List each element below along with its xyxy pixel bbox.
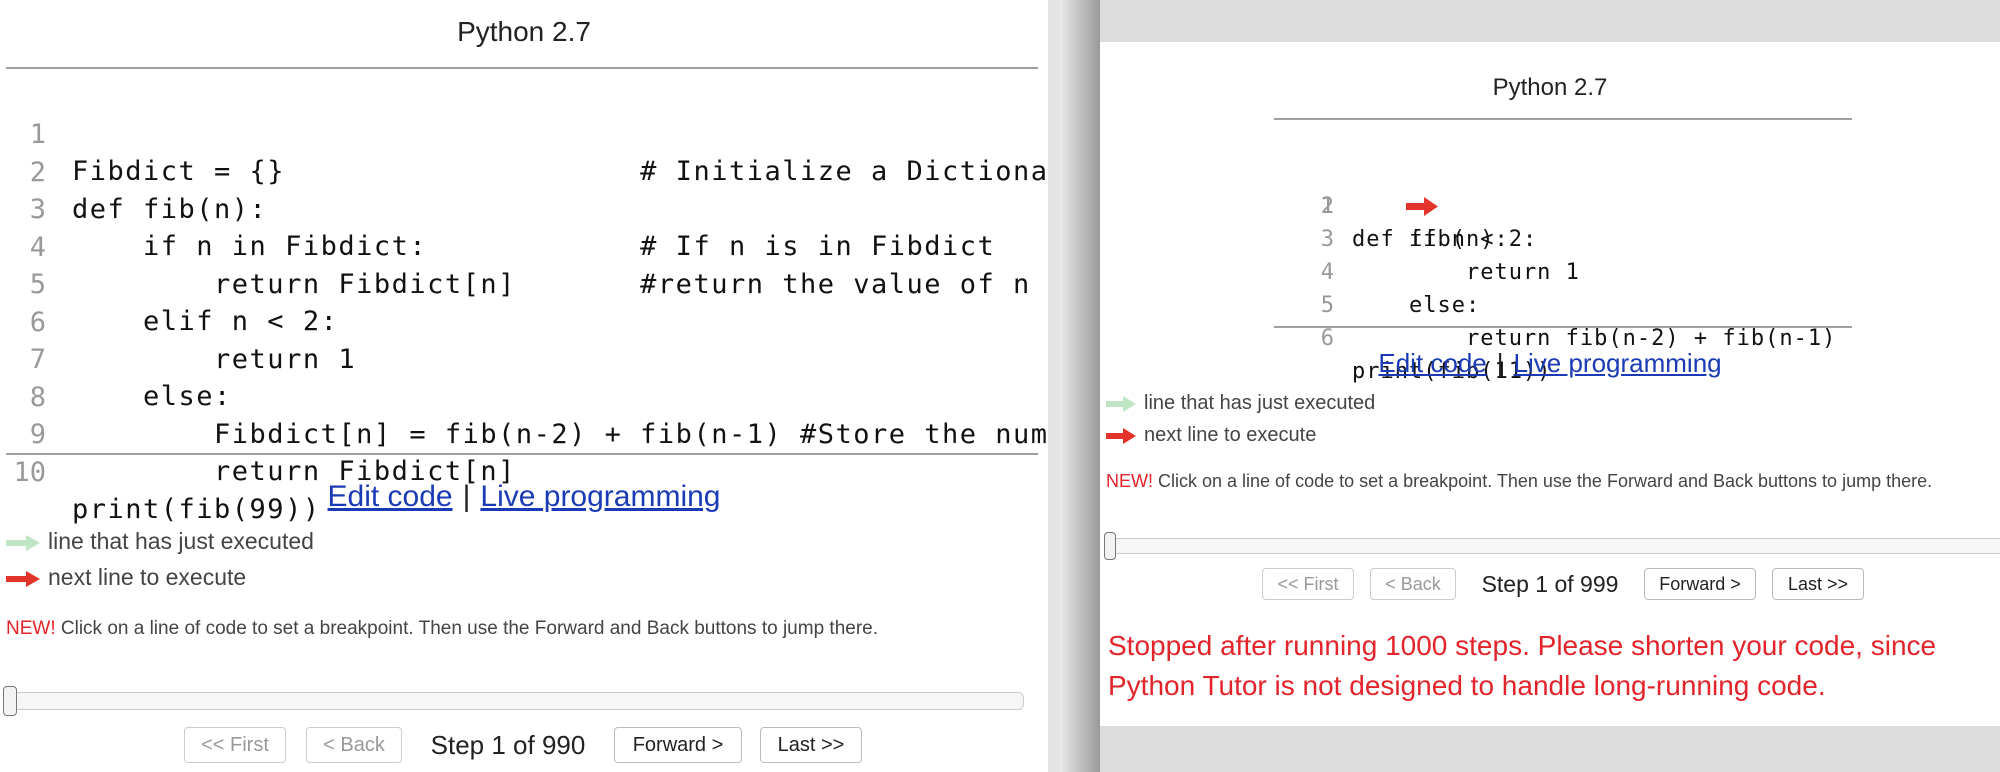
code-text: if n in Fibdict: # If n is in Fibdict <box>72 231 996 262</box>
code-text: Fibdict[n] = fib(n-2) + fib(n-1) #Store … <box>72 418 1102 450</box>
code-line[interactable]: 3 return 1 <box>1274 190 1579 285</box>
last-button[interactable]: Last >> <box>760 727 862 763</box>
legend-next: next line to execute <box>1106 424 1316 447</box>
next-arrow-icon <box>6 570 40 587</box>
code-line[interactable]: 1 Fibdict = {} # Initialize a Dictionary <box>6 79 1083 187</box>
code-line[interactable]: 2 def fib(n): <box>6 117 266 225</box>
new-badge: NEW! <box>6 618 56 639</box>
legend-next-label: next line to execute <box>1144 424 1317 446</box>
code-line[interactable]: 9 return Fibdict[n] <box>6 379 515 487</box>
legend-executed-label: line that has just executed <box>1144 392 1376 414</box>
code-text: elif n < 2: <box>72 306 339 337</box>
edit-links-row: Edit code | Live programming <box>0 480 1048 514</box>
executed-arrow-icon <box>6 534 40 551</box>
code-line[interactable]: 4 else: <box>1274 223 1479 318</box>
live-programming-link[interactable]: Live programming <box>480 480 720 513</box>
code-line[interactable]: 2 if n < 2: <box>1274 157 1536 252</box>
forward-button[interactable]: Forward > <box>614 727 742 763</box>
code-text: Fibdict = {} # Initialize a Dictionary <box>72 156 1085 187</box>
code-text: return 1 <box>72 343 357 375</box>
step-slider[interactable] <box>3 686 1024 716</box>
step-counter: Step 1 of 990 <box>430 730 586 760</box>
first-button[interactable]: << First <box>1262 568 1354 600</box>
code-text: return Fibdict[n] #return the value of n <box>72 268 1031 300</box>
back-button[interactable]: < Back <box>306 727 402 763</box>
breakpoint-note-text: Click on a line of code to set a breakpo… <box>55 618 879 639</box>
last-button[interactable]: Last >> <box>1772 568 1864 600</box>
code-listing: 1 def fib(n): 2 if n < 2: 3 return 1 4 e… <box>1274 118 1852 384</box>
code-text: return 1 <box>1352 260 1580 285</box>
slider-handle[interactable] <box>3 686 17 716</box>
slider-handle[interactable] <box>1104 532 1116 560</box>
step-counter: Step 1 of 999 <box>1481 571 1619 597</box>
legend-executed: line that has just executed <box>1106 392 1375 415</box>
live-programming-link[interactable]: Live programming <box>1514 348 1722 378</box>
navigation-controls: << First < Back Step 1 of 990 Forward > … <box>0 727 1048 763</box>
visualizer-page: Python 2.7 1 def fib(n): 2 if n < 2: 3 r… <box>1100 42 2000 726</box>
code-line[interactable]: 8 Fibdict[n] = fib(n-2) + fib(n-1) #Stor… <box>6 342 1101 450</box>
breakpoint-note-text: Click on a line of code to set a breakpo… <box>1153 471 1933 491</box>
code-line[interactable]: 4 return Fibdict[n] #return the value of… <box>6 192 1030 300</box>
next-line-arrow-icon <box>1406 197 1439 216</box>
code-listing: 1 Fibdict = {} # Initialize a Dictionary… <box>6 67 1101 525</box>
code-line[interactable]: 10 print(fib(99)) <box>6 417 319 525</box>
right-visualizer-window: Python 2.7 1 def fib(n): 2 if n < 2: 3 r… <box>1100 0 2000 772</box>
code-line[interactable]: 3 if n in Fibdict: # If n is in Fibdict <box>6 154 994 262</box>
link-separator: | <box>1496 348 1504 378</box>
edit-links-row: Edit code | Live programming <box>1100 348 2000 379</box>
executed-arrow-icon <box>1106 395 1136 412</box>
edit-code-link[interactable]: Edit code <box>328 480 453 513</box>
code-line[interactable]: 6 return 1 <box>6 267 355 375</box>
legend-executed-label: line that has just executed <box>48 528 314 554</box>
code-line[interactable]: 5 elif n < 2: <box>6 229 337 337</box>
step-limit-error: Stopped after running 1000 steps. Please… <box>1108 630 1937 701</box>
legend-next: next line to execute <box>6 564 246 591</box>
first-button[interactable]: << First <box>184 727 286 763</box>
language-label: Python 2.7 <box>457 16 591 47</box>
left-visualizer-panel: Python 2.7 1 Fibdict = {} # Initialize a… <box>0 0 1101 772</box>
code-line[interactable]: 6 print(fib(11)) <box>1274 289 1551 384</box>
link-separator: | <box>462 480 471 513</box>
edit-code-link[interactable]: Edit code <box>1378 348 1486 378</box>
breakpoint-note: NEW! Click on a line of code to set a br… <box>1106 470 1986 492</box>
code-line[interactable]: 5 return fib(n-2) + fib(n-1) <box>1274 256 1836 351</box>
step-slider[interactable] <box>1104 532 2000 560</box>
navigation-controls: << First < Back Step 1 of 999 Forward > … <box>1100 568 2000 600</box>
forward-button[interactable]: Forward > <box>1644 568 1756 600</box>
back-button[interactable]: < Back <box>1370 568 1456 600</box>
code-line[interactable]: 7 else: <box>6 304 231 412</box>
code-line[interactable]: 1 def fib(n): <box>1274 124 1508 252</box>
next-arrow-icon <box>1106 427 1136 444</box>
legend-executed: line that has just executed <box>6 528 314 555</box>
new-badge: NEW! <box>1106 471 1153 491</box>
breakpoint-note: NEW! Click on a line of code to set a br… <box>6 617 966 641</box>
legend-next-label: next line to execute <box>48 564 247 590</box>
window-shadow <box>1060 0 1100 772</box>
language-label: Python 2.7 <box>1492 74 1608 101</box>
